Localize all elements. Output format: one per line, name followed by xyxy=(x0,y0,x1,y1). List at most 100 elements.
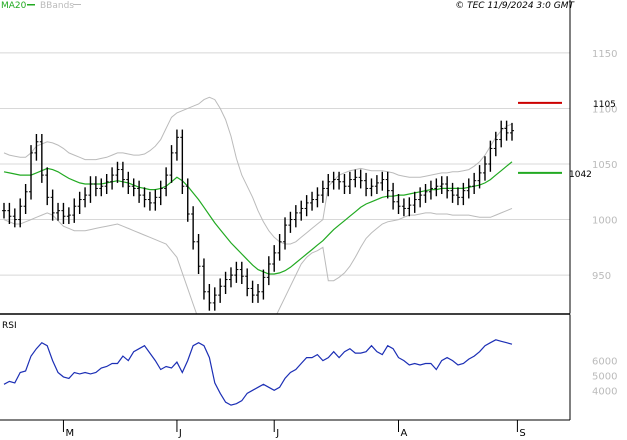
ohlc-bar xyxy=(180,129,185,194)
legend-bbands-swatch xyxy=(73,4,81,5)
ohlc-bar xyxy=(288,211,293,233)
rsi-tick-label: 4000 xyxy=(592,386,617,397)
ohlc-bar xyxy=(293,205,298,228)
ohlc-bar xyxy=(83,187,88,208)
ohlc-bar xyxy=(385,171,390,199)
ohlc-bar xyxy=(331,171,336,190)
ohlc-bar xyxy=(407,197,412,217)
ohlc-bar xyxy=(164,167,169,197)
ohlc-bar xyxy=(482,156,487,181)
ohlc-bar xyxy=(374,175,379,194)
ohlc-bar xyxy=(455,187,460,206)
ohlc-bar xyxy=(99,178,104,197)
ohlc-bar xyxy=(158,180,163,206)
ohlc-bar xyxy=(358,169,363,189)
ohlc-bar xyxy=(228,267,233,288)
ohlc-bar xyxy=(66,207,71,224)
ohlc-bar xyxy=(283,217,288,250)
ohlc-bar xyxy=(434,178,439,197)
ohlc-bar xyxy=(115,161,120,183)
ohlc-bar xyxy=(110,167,115,190)
ohlc-bar xyxy=(423,184,428,203)
ohlc-bar xyxy=(191,206,196,250)
ohlc-bar xyxy=(320,180,325,203)
ohlc-bar xyxy=(23,184,28,214)
ohlc-bar xyxy=(461,182,466,206)
ohlc-bar xyxy=(29,145,34,200)
ohlc-bar xyxy=(412,191,417,213)
ohlc-bar xyxy=(450,182,455,203)
ohlc-bar xyxy=(466,178,471,199)
legend-bbands: BBands xyxy=(40,1,74,11)
ohlc-bar xyxy=(261,269,266,300)
price-tick-label: 950 xyxy=(592,271,611,282)
ohlc-bar xyxy=(93,176,98,197)
ohlc-bar xyxy=(499,120,504,148)
rsi-panel xyxy=(3,339,513,406)
stock-chart: 950100010501100115011051042RSI4000500060… xyxy=(0,0,627,439)
ohlc-bar xyxy=(207,284,212,311)
ohlc-bar xyxy=(147,191,152,211)
rsi-tick-label: 5000 xyxy=(592,371,617,382)
ohlc-bar xyxy=(277,234,282,261)
ohlc-bar xyxy=(315,187,320,208)
x-tick-label: M xyxy=(65,428,74,439)
x-tick-label: S xyxy=(519,428,525,439)
ohlc-bar xyxy=(212,287,217,311)
price-panel xyxy=(0,52,570,314)
ohlc-bar xyxy=(304,195,309,217)
ohlc-bar xyxy=(299,200,304,221)
ohlc-bar xyxy=(256,284,260,303)
ohlc-bar xyxy=(218,278,223,303)
ohlc-bar xyxy=(310,191,315,211)
ohlc-bar xyxy=(380,171,385,191)
ohlc-bar xyxy=(364,172,369,197)
ohlc-bar xyxy=(347,171,352,194)
rsi-tick-label: 6000 xyxy=(592,357,617,368)
ohlc-bar xyxy=(266,256,271,286)
ohlc-bar xyxy=(2,202,6,219)
ohlc-bar xyxy=(88,176,93,203)
ohlc-bar xyxy=(142,187,147,208)
ohlc-bar xyxy=(369,178,374,197)
ohlc-bar xyxy=(504,120,509,141)
ohlc-bar xyxy=(250,280,255,303)
ohlc-bar xyxy=(445,176,450,199)
ohlc-bar xyxy=(396,194,401,214)
copyright-timestamp: © TEC 11/9/2024 3:0 GMT xyxy=(455,1,575,11)
ohlc-bar xyxy=(272,245,277,272)
chart-header: MA20 BBands © TEC 11/9/2024 3:0 GMT xyxy=(1,1,576,11)
ohlc-bar xyxy=(56,202,61,221)
ohlc-bar xyxy=(77,191,82,214)
ohlc-bar xyxy=(353,169,358,188)
ohlc-bar xyxy=(174,129,179,161)
ohlc-bar xyxy=(201,258,206,300)
ohlc-bar xyxy=(472,172,477,194)
ohlc-bar xyxy=(137,180,142,203)
ohlc-bar xyxy=(342,174,347,194)
legend-ma20-swatch xyxy=(27,4,35,6)
bb-upper-line xyxy=(3,96,513,245)
x-tick-label: J xyxy=(275,428,279,439)
ohlc-bar xyxy=(510,122,514,141)
price-tick-label: 1150 xyxy=(592,49,617,60)
ohlc-bar xyxy=(45,167,50,206)
ohlc-bar xyxy=(131,178,136,197)
ohlc-bar xyxy=(104,174,109,194)
rsi-line xyxy=(3,339,513,406)
ohlc-bar xyxy=(488,140,493,172)
ohlc-bar xyxy=(120,161,125,188)
support-level-label: 1042 xyxy=(569,170,592,180)
ohlc-bar xyxy=(401,198,406,217)
ohlc-bar xyxy=(418,187,423,208)
ohlc-bar xyxy=(39,134,44,183)
ohlc-bar xyxy=(239,261,244,284)
x-tick-label: J xyxy=(178,428,182,439)
price-tick-label: 1050 xyxy=(592,160,617,171)
resistance-level-label: 1105 xyxy=(593,100,616,110)
rsi-title: RSI xyxy=(2,321,17,331)
ohlc-bar xyxy=(234,261,239,283)
x-tick-label: A xyxy=(401,428,408,439)
ohlc-bar xyxy=(439,176,444,194)
ohlc-bar xyxy=(61,202,66,224)
